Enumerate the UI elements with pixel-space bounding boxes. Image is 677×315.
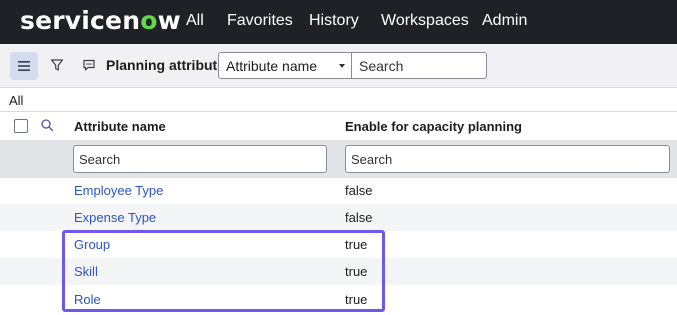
attribute-name-link[interactable]: Expense Type [74, 210, 156, 225]
chat-bubble-icon[interactable] [78, 54, 100, 76]
capacity-planning-value: false [345, 210, 373, 225]
list-title: Planning attributes [106, 57, 233, 73]
breadcrumb-all[interactable]: All [9, 93, 23, 108]
capacity-planning-value: true [345, 237, 368, 252]
capacity-planning-value: true [345, 264, 368, 279]
attribute-name-link[interactable]: Role [74, 292, 101, 307]
table-row: Role true [0, 286, 677, 313]
list-toolbar: Planning attributes Attribute name [0, 44, 677, 88]
nav-workspaces[interactable]: Workspaces [381, 12, 469, 30]
table-row: Employee Type false [0, 177, 677, 204]
attribute-name-link[interactable]: Group [74, 237, 110, 252]
nav-history[interactable]: History [309, 12, 359, 30]
nav-all[interactable]: All [186, 12, 204, 30]
attribute-name-link[interactable]: Skill [74, 264, 98, 279]
capacity-planning-value: true [345, 292, 368, 307]
list-search-input[interactable] [352, 52, 487, 79]
top-nav: servicenow All Favorites History Workspa… [0, 0, 677, 44]
hamburger-menu-icon[interactable] [10, 52, 38, 80]
breadcrumb: All [0, 88, 677, 112]
column-header-attribute-name[interactable]: Attribute name [74, 119, 166, 134]
attribute-name-link[interactable]: Employee Type [74, 183, 163, 198]
nav-admin[interactable]: Admin [482, 12, 527, 30]
search-icon[interactable] [40, 118, 54, 132]
table-header: Attribute name Enable for capacity plann… [0, 112, 677, 140]
column-header-capacity-planning[interactable]: Enable for capacity planning [345, 119, 522, 134]
funnel-icon[interactable] [46, 54, 68, 76]
attribute-name-search-input[interactable] [73, 145, 327, 173]
servicenow-logo[interactable]: servicenow [20, 6, 181, 35]
field-select[interactable]: Attribute name [218, 52, 352, 79]
field-select-value: Attribute name [226, 58, 318, 74]
caret-down-icon [339, 64, 345, 68]
table-row: Expense Type false [0, 204, 677, 231]
table-row: Skill true [0, 258, 677, 285]
table-row: Group true [0, 231, 677, 258]
logo-power-o: o [140, 6, 158, 35]
capacity-planning-value: false [345, 183, 373, 198]
select-all-checkbox[interactable] [14, 119, 28, 133]
column-search-row [0, 140, 677, 178]
nav-favorites[interactable]: Favorites [227, 12, 293, 30]
capacity-planning-search-input[interactable] [345, 145, 670, 173]
